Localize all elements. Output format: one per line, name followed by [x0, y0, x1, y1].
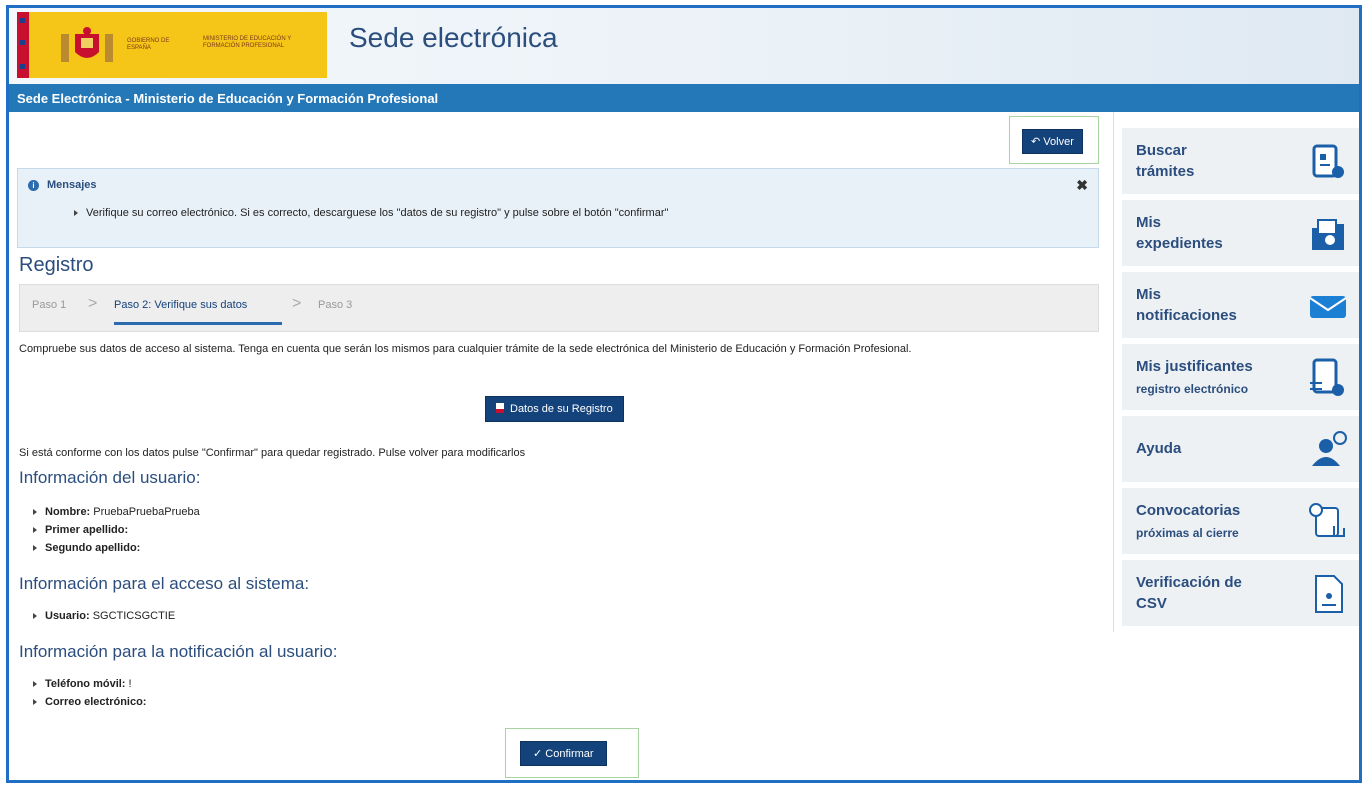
messages-panel: i Mensajes ✖ Verifique su correo electrón…: [17, 168, 1099, 248]
volver-label: Volver: [1043, 136, 1074, 148]
list-item: Segundo apellido:: [33, 542, 140, 554]
main-content: ↶ Volver i Mensajes ✖ Verifique su correo…: [17, 112, 1099, 780]
datos-registro-label: Datos de su Registro: [510, 403, 613, 415]
sidebar-item-label: Mis notificaciones: [1136, 286, 1237, 324]
sidebar-item-convocatorias[interactable]: Convocatorias próximas al cierre: [1122, 488, 1359, 554]
access-info-heading: Información para el acceso al sistema:: [19, 574, 310, 593]
envelope-icon: [1309, 296, 1347, 318]
sidebar-item-sublabel: registro electrónico: [1136, 382, 1249, 396]
field-label: Primer apellido:: [45, 524, 129, 536]
sidebar-item-mis-justificantes[interactable]: Mis justificantes registro electrónico: [1122, 344, 1359, 410]
messages-title: i Mensajes: [28, 179, 97, 191]
ministry-bar-title[interactable]: Sede Electrónica - Ministerio de Educaci…: [17, 91, 438, 106]
volver-button[interactable]: ↶ Volver: [1022, 129, 1083, 154]
list-item: Usuario: SGCTICSGCTIE: [33, 610, 175, 622]
search-procedures-icon: [1312, 144, 1344, 178]
government-logo[interactable]: GOBIERNO DE ESPAÑA MINISTERIO DE EDUCACI…: [17, 12, 327, 78]
logo-text-gobierno: GOBIERNO DE ESPAÑA: [127, 38, 170, 51]
list-item: Teléfono móvil: !: [33, 678, 132, 690]
confirm-instructions: Si está conforme con los datos pulse "Co…: [19, 447, 526, 459]
sidebar-item-label: Verificación de CSV: [1136, 574, 1242, 612]
message-item-text: Verifique su correo electrónico. Si es c…: [86, 207, 669, 219]
bullet-arrow-icon: [33, 527, 37, 534]
confirm-highlight: ✓ Confirmar: [505, 728, 639, 778]
site-header: GOBIERNO DE ESPAÑA MINISTERIO DE EDUCACI…: [9, 8, 1359, 84]
step-1: Paso 1: [32, 299, 67, 311]
field-label: Nombre:: [45, 506, 91, 518]
pdf-icon: [496, 403, 504, 413]
sidebar-item-label: Ayuda: [1136, 440, 1182, 457]
sidebar-item-ayuda[interactable]: Ayuda: [1122, 416, 1359, 482]
bullet-arrow-icon: [33, 509, 37, 516]
sidebar-item-mis-expedientes[interactable]: Mis expedientes: [1122, 200, 1359, 266]
confirm-label: Confirmar: [545, 748, 594, 760]
site-title: Sede electrónica: [349, 22, 558, 53]
active-step-underline: [114, 322, 282, 325]
chevron-right-icon: >: [292, 295, 302, 312]
field-value: PruebaPruebaPrueba: [93, 506, 200, 518]
step-2: Paso 2: Verifique sus datos: [114, 299, 248, 311]
notification-info-heading: Información para la notificación al usua…: [19, 642, 338, 661]
message-item: Verifique su correo electrónico. Si es c…: [74, 207, 668, 219]
receipt-icon: [1310, 358, 1344, 396]
intro-text: Compruebe sus datos de acceso al sistema…: [19, 343, 912, 355]
bullet-arrow-icon: [74, 210, 78, 217]
ministry-bar: Sede Electrónica - Ministerio de Educaci…: [9, 84, 1359, 112]
calendar-hand-icon: [1309, 503, 1345, 537]
bullet-arrow-icon: [33, 545, 37, 552]
bullet-arrow-icon: [33, 613, 37, 620]
folder-search-icon: [1312, 219, 1344, 250]
page-title: Registro: [19, 254, 94, 276]
chevron-right-icon: >: [88, 295, 98, 312]
page-frame: GOBIERNO DE ESPAÑA MINISTERIO DE EDUCACI…: [6, 5, 1362, 783]
info-icon: i: [28, 180, 39, 191]
sidebar-item-buscar-tramites[interactable]: Buscar trámites: [1122, 128, 1359, 194]
sidebar-item-sublabel: próximas al cierre: [1136, 526, 1239, 540]
sidebar-item-mis-notificaciones[interactable]: Mis notificaciones: [1122, 272, 1359, 338]
bullet-arrow-icon: [33, 681, 37, 688]
coat-of-arms-icon: [61, 27, 113, 62]
back-arrow-icon: ↶: [1031, 136, 1044, 148]
messages-title-label: Mensajes: [47, 179, 97, 191]
sidebar-item-label: Buscar trámites: [1136, 142, 1195, 180]
volver-highlight: ↶ Volver: [1009, 116, 1099, 164]
field-value: SGCTICSGCTIE: [92, 610, 176, 622]
help-user-icon: [1312, 431, 1347, 466]
sidebar-item-label: Mis expedientes: [1136, 214, 1223, 252]
field-label: Teléfono móvil:: [45, 678, 126, 690]
list-item: Correo electrónico:: [33, 696, 146, 708]
sidebar: Buscar trámites Mis expedientes Mis notific…: [1113, 112, 1359, 632]
logo-text-ministerio: MINISTERIO DE EDUCACIÓN Y FORMACIÓN PROF…: [203, 36, 292, 49]
field-label: Segundo apellido:: [45, 542, 141, 554]
stepper: Paso 1 > Paso 2: Verifique sus datos > P…: [19, 284, 1099, 332]
logo-stripe: [17, 12, 29, 78]
confirm-button[interactable]: ✓ Confirmar: [520, 741, 607, 766]
field-label: Correo electrónico:: [45, 696, 147, 708]
step-3: Paso 3: [318, 299, 353, 311]
list-item: Primer apellido:: [33, 524, 128, 536]
close-icon[interactable]: ✖: [1076, 177, 1088, 194]
sidebar-item-verificacion-csv[interactable]: Verificación de CSV: [1122, 560, 1359, 626]
check-icon: ✓: [533, 748, 546, 760]
field-label: Usuario:: [45, 610, 90, 622]
list-item: Nombre: PruebaPruebaPrueba: [33, 506, 200, 518]
sidebar-item-label: Convocatorias: [1136, 502, 1241, 519]
sidebar-item-label: Mis justificantes: [1136, 358, 1253, 375]
user-info-heading: Información del usuario:: [19, 468, 201, 487]
field-value: !: [128, 678, 132, 690]
bullet-arrow-icon: [33, 699, 37, 706]
csv-document-icon: [1315, 575, 1343, 613]
datos-registro-button[interactable]: Datos de su Registro: [485, 396, 624, 422]
